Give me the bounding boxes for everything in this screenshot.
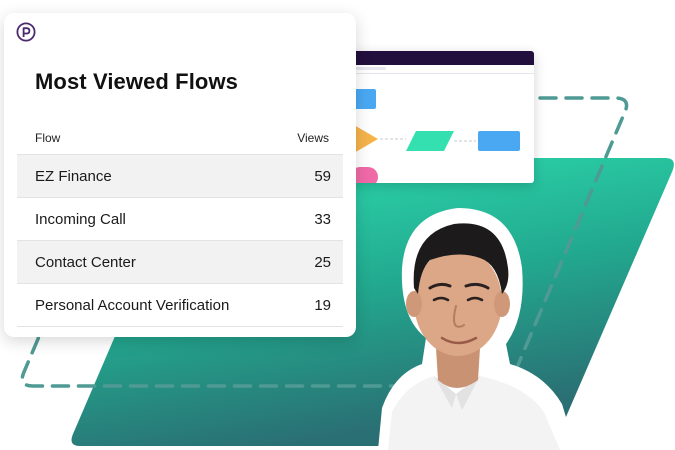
flows-table: EZ Finance 59 Incoming Call 33 Contact C… <box>17 154 343 327</box>
table-row[interactable]: EZ Finance 59 <box>17 154 343 197</box>
flow-node-triangle <box>354 125 378 153</box>
flow-name: EZ Finance <box>35 168 112 185</box>
column-header-flow: Flow <box>35 131 61 145</box>
person-photo <box>378 208 576 450</box>
flow-node-parallelogram <box>406 131 454 151</box>
flow-views: 19 <box>314 297 331 314</box>
table-row[interactable]: Personal Account Verification 19 <box>17 283 343 327</box>
flow-views: 33 <box>314 211 331 228</box>
brand-p-logo-icon <box>16 22 36 42</box>
flow-diagram-canvas <box>350 89 520 183</box>
card-title: Most Viewed Flows <box>35 69 238 94</box>
flow-diagram-window <box>328 51 534 183</box>
table-row[interactable]: Contact Center 25 <box>17 240 343 283</box>
flow-name: Contact Center <box>35 254 136 271</box>
flow-views: 59 <box>314 168 331 185</box>
table-row[interactable]: Incoming Call 33 <box>17 197 343 240</box>
promo-stage: Most Viewed Flows Flow Views EZ Finance … <box>0 0 675 450</box>
column-header-views: Views <box>297 131 329 145</box>
most-viewed-flows-card: Most Viewed Flows Flow Views EZ Finance … <box>4 13 356 337</box>
flow-views: 25 <box>314 254 331 271</box>
flow-node-blue-right <box>478 131 520 151</box>
flow-name: Incoming Call <box>35 211 126 228</box>
flow-name: Personal Account Verification <box>35 297 230 314</box>
